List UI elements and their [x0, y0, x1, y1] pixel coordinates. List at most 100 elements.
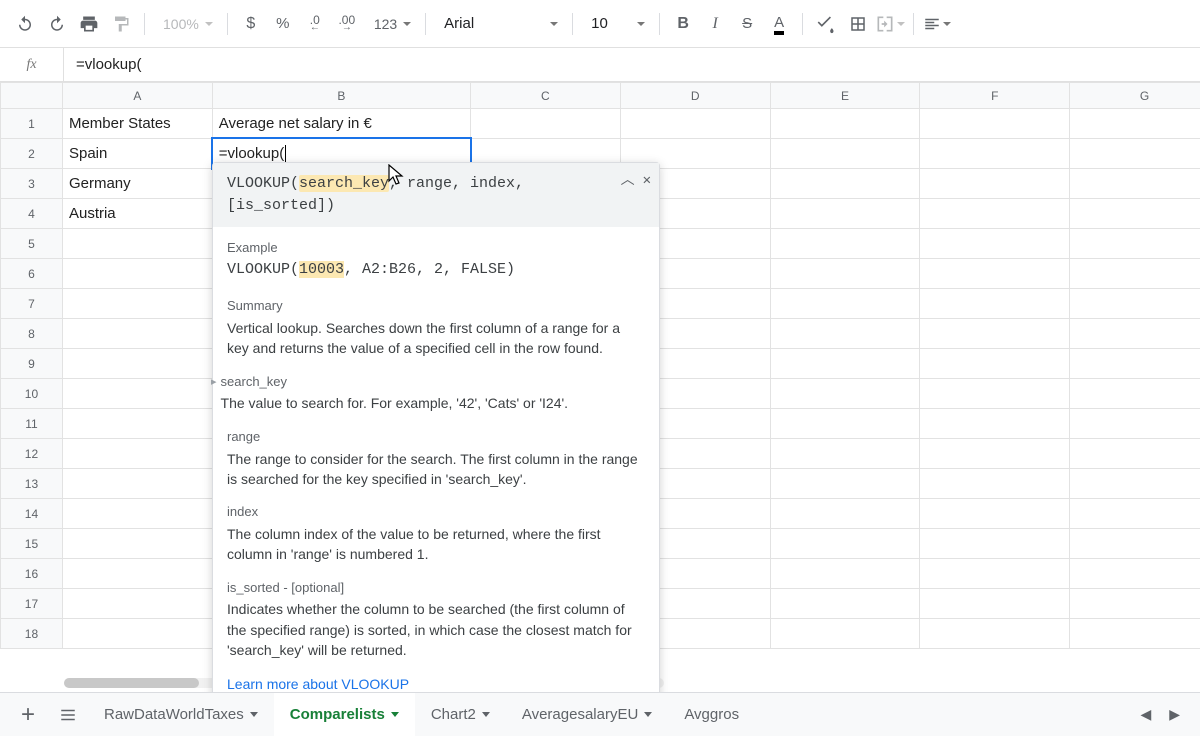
row-header-13[interactable]: 13 [1, 469, 63, 499]
cell-A12[interactable] [62, 439, 212, 469]
cell-E10[interactable] [770, 379, 920, 409]
row-header-1[interactable]: 1 [1, 109, 63, 139]
cell-A3[interactable]: Germany [62, 169, 212, 199]
horizontal-align-button[interactable] [922, 9, 952, 39]
cell-D1[interactable] [620, 109, 770, 139]
cell-F6[interactable] [920, 259, 1070, 289]
cell-E12[interactable] [770, 439, 920, 469]
cell-E3[interactable] [770, 169, 920, 199]
cell-E18[interactable] [770, 619, 920, 649]
cell-B1[interactable]: Average net salary in € [212, 109, 470, 139]
cell-E2[interactable] [770, 139, 920, 169]
row-header-15[interactable]: 15 [1, 529, 63, 559]
cell-E13[interactable] [770, 469, 920, 499]
cell-G11[interactable] [1070, 409, 1200, 439]
text-color-button[interactable]: A [764, 9, 794, 39]
cell-G6[interactable] [1070, 259, 1200, 289]
number-format-dropdown[interactable]: 123 [364, 9, 417, 39]
cell-G16[interactable] [1070, 559, 1200, 589]
cell-E7[interactable] [770, 289, 920, 319]
cell-G9[interactable] [1070, 349, 1200, 379]
cell-F17[interactable] [920, 589, 1070, 619]
cell-E11[interactable] [770, 409, 920, 439]
format-currency-button[interactable]: $ [236, 9, 266, 39]
cell-E5[interactable] [770, 229, 920, 259]
cell-E4[interactable] [770, 199, 920, 229]
font-dropdown[interactable]: Arial [434, 9, 564, 39]
row-header-7[interactable]: 7 [1, 289, 63, 319]
cell-G10[interactable] [1070, 379, 1200, 409]
cell-E8[interactable] [770, 319, 920, 349]
select-all-corner[interactable] [1, 83, 63, 109]
cell-F7[interactable] [920, 289, 1070, 319]
sheet-tab-avggros[interactable]: Avggros [668, 693, 755, 737]
row-header-6[interactable]: 6 [1, 259, 63, 289]
cell-C1[interactable] [471, 109, 621, 139]
cell-G7[interactable] [1070, 289, 1200, 319]
row-header-2[interactable]: 2 [1, 139, 63, 169]
cell-F4[interactable] [920, 199, 1070, 229]
cell-A15[interactable] [62, 529, 212, 559]
row-header-14[interactable]: 14 [1, 499, 63, 529]
col-header-F[interactable]: F [920, 83, 1070, 109]
increase-decimal-button[interactable]: .00→ [332, 9, 362, 39]
cell-F13[interactable] [920, 469, 1070, 499]
cell-F10[interactable] [920, 379, 1070, 409]
cell-A5[interactable] [62, 229, 212, 259]
cell-E14[interactable] [770, 499, 920, 529]
cell-A16[interactable] [62, 559, 212, 589]
italic-button[interactable]: I [700, 9, 730, 39]
sheet-tab-comparelists[interactable]: Comparelists [274, 693, 415, 737]
col-header-E[interactable]: E [770, 83, 920, 109]
redo-button[interactable] [42, 9, 72, 39]
cell-F14[interactable] [920, 499, 1070, 529]
cell-E15[interactable] [770, 529, 920, 559]
cell-E17[interactable] [770, 589, 920, 619]
cell-A18[interactable] [62, 619, 212, 649]
sheet-tab-chart2[interactable]: Chart2 [415, 693, 506, 737]
sheet-tab-rawdata[interactable]: RawDataWorldTaxes [88, 693, 274, 737]
cell-A2[interactable]: Spain [62, 139, 212, 169]
cell-G3[interactable] [1070, 169, 1200, 199]
collapse-tooltip-button[interactable]: ︿ [621, 171, 635, 191]
cell-G17[interactable] [1070, 589, 1200, 619]
row-header-10[interactable]: 10 [1, 379, 63, 409]
cell-G5[interactable] [1070, 229, 1200, 259]
cell-A4[interactable]: Austria [62, 199, 212, 229]
row-header-16[interactable]: 16 [1, 559, 63, 589]
cell-G8[interactable] [1070, 319, 1200, 349]
row-header-12[interactable]: 12 [1, 439, 63, 469]
row-header-3[interactable]: 3 [1, 169, 63, 199]
formula-input[interactable]: =vlookup( [64, 56, 1200, 73]
cell-G13[interactable] [1070, 469, 1200, 499]
sheet-tab-avgsalary[interactable]: AveragesalaryEU [506, 693, 668, 737]
cell-E1[interactable] [770, 109, 920, 139]
fill-color-button[interactable] [811, 9, 841, 39]
font-size-dropdown[interactable]: 10 [581, 9, 651, 39]
cell-A17[interactable] [62, 589, 212, 619]
row-header-18[interactable]: 18 [1, 619, 63, 649]
cell-A8[interactable] [62, 319, 212, 349]
merge-cells-button[interactable] [875, 9, 905, 39]
borders-button[interactable] [843, 9, 873, 39]
cell-E16[interactable] [770, 559, 920, 589]
row-header-5[interactable]: 5 [1, 229, 63, 259]
scrollbar-thumb[interactable] [64, 678, 199, 688]
fx-icon[interactable]: fx [0, 48, 64, 81]
row-header-9[interactable]: 9 [1, 349, 63, 379]
cell-G12[interactable] [1070, 439, 1200, 469]
col-header-G[interactable]: G [1070, 83, 1200, 109]
cell-F9[interactable] [920, 349, 1070, 379]
row-header-11[interactable]: 11 [1, 409, 63, 439]
cell-G4[interactable] [1070, 199, 1200, 229]
cell-A7[interactable] [62, 289, 212, 319]
cell-F1[interactable] [920, 109, 1070, 139]
cell-A11[interactable] [62, 409, 212, 439]
col-header-C[interactable]: C [471, 83, 621, 109]
cell-G2[interactable] [1070, 139, 1200, 169]
cell-E6[interactable] [770, 259, 920, 289]
cell-A10[interactable] [62, 379, 212, 409]
cell-F11[interactable] [920, 409, 1070, 439]
spreadsheet-grid[interactable]: A B C D E F G 1Member StatesAverage net … [0, 82, 1200, 692]
cell-G1[interactable] [1070, 109, 1200, 139]
